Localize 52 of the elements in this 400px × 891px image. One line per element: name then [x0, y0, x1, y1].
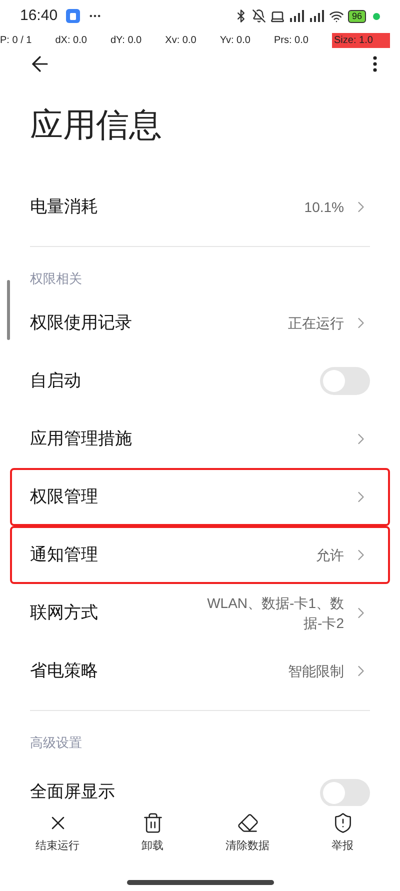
- section-header: 权限相关: [29, 270, 83, 288]
- scrollbar: [7, 280, 10, 340]
- trash-icon: [142, 812, 164, 834]
- row-label: 电量消耗: [30, 196, 98, 218]
- settings-row[interactable]: 权限管理: [10, 468, 390, 526]
- debug-readout: Size: 1.0: [332, 32, 390, 48]
- laptop-icon: [270, 8, 285, 24]
- row-label: 联网方式: [30, 602, 98, 624]
- settings-row[interactable]: 自启动: [10, 352, 390, 410]
- action-button[interactable]: 清除数据: [208, 812, 288, 854]
- section-header: 高级设置: [29, 734, 83, 752]
- row-value: 10.1%: [304, 198, 344, 216]
- wifi-icon: [328, 8, 344, 24]
- row-label: 权限管理: [30, 486, 98, 508]
- action-button[interactable]: 举报: [302, 812, 382, 854]
- settings-row[interactable]: 省电策略 智能限制: [10, 642, 390, 700]
- app-notification-icon: [66, 9, 80, 23]
- bell-off-icon: [252, 9, 266, 23]
- action-button[interactable]: 结束运行: [18, 812, 98, 854]
- settings-row[interactable]: 联网方式 WLAN、数据-卡1、数据-卡2: [10, 584, 390, 642]
- row-label: 自启动: [30, 370, 81, 392]
- row-label: 通知管理: [30, 544, 98, 566]
- signal-icon: [288, 10, 305, 22]
- settings-row[interactable]: 通知管理 允许: [10, 526, 390, 584]
- settings-row[interactable]: 应用管理措施: [10, 410, 390, 468]
- toggle-switch[interactable]: [320, 367, 370, 395]
- battery-indicator: 96: [348, 10, 366, 22]
- row-value: 智能限制: [288, 662, 344, 681]
- debug-readout: Xv: 0.0: [165, 34, 196, 48]
- debug-readout: dY: 0.0: [110, 34, 142, 48]
- settings-row[interactable]: 全面屏显示: [10, 758, 390, 808]
- row-value: 正在运行: [288, 314, 344, 333]
- row-label: 省电策略: [30, 660, 98, 682]
- debug-readout: P: 0 / 1: [0, 34, 32, 48]
- page-title: 应用信息: [29, 105, 163, 145]
- debug-readout: Yv: 0.0: [220, 34, 250, 48]
- row-label: 全面屏显示: [30, 780, 115, 802]
- toggle-switch[interactable]: [320, 778, 370, 806]
- more-icon: [373, 56, 377, 72]
- settings-row[interactable]: 电量消耗 10.1%: [10, 178, 390, 236]
- status-time: 16:40: [20, 6, 58, 26]
- row-value: WLAN、数据-卡1、数据-卡2: [206, 594, 344, 633]
- action-button[interactable]: 卸载: [112, 812, 192, 854]
- row-value: 允许: [316, 546, 344, 565]
- debug-readout: dX: 0.0: [55, 34, 87, 48]
- eraser-icon: [236, 812, 258, 834]
- row-label: 应用管理措施: [30, 428, 132, 450]
- signal-icon: [308, 10, 325, 22]
- more-options-button[interactable]: [370, 53, 380, 75]
- debug-readout: Prs: 0.0: [274, 34, 308, 48]
- row-label: 权限使用记录: [30, 312, 132, 334]
- settings-row[interactable]: 权限使用记录 正在运行: [10, 294, 390, 352]
